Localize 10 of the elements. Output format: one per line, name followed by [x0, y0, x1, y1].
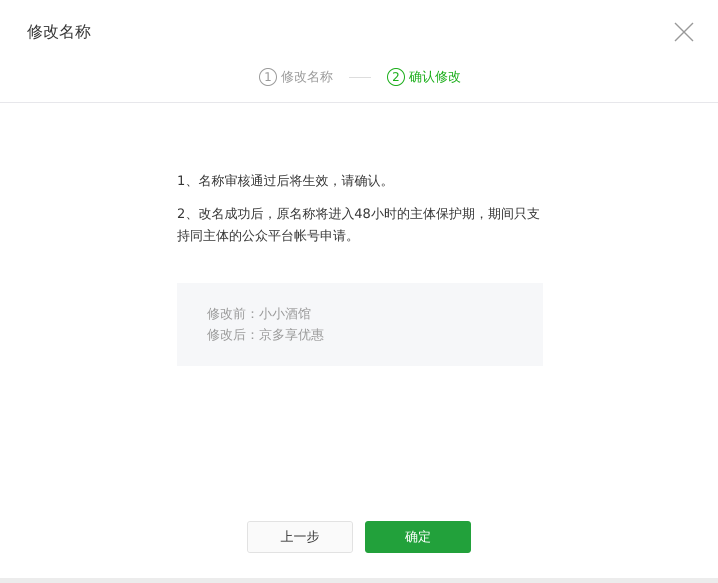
note-text: 1、名称审核通过后将生效，请确认。 [177, 173, 394, 191]
dialog-title: 修改名称 [27, 22, 91, 42]
note-text: 2、改名成功后，原名称将进入48小时的主体保护期，期间只支持同主体的公众平台帐号申请。 [177, 206, 541, 246]
back-button[interactable]: 上一步 [247, 521, 353, 553]
name-text: 修改后：京多享优惠 [207, 326, 325, 344]
close-icon[interactable] [674, 22, 694, 42]
step-tab[interactable]: 1 修改名称 [259, 68, 333, 86]
step-tab[interactable]: 2 确认修改 [387, 68, 461, 86]
confirm-button[interactable]: 确定 [365, 521, 471, 553]
name-text: 修改前：小小酒馆 [207, 306, 312, 324]
